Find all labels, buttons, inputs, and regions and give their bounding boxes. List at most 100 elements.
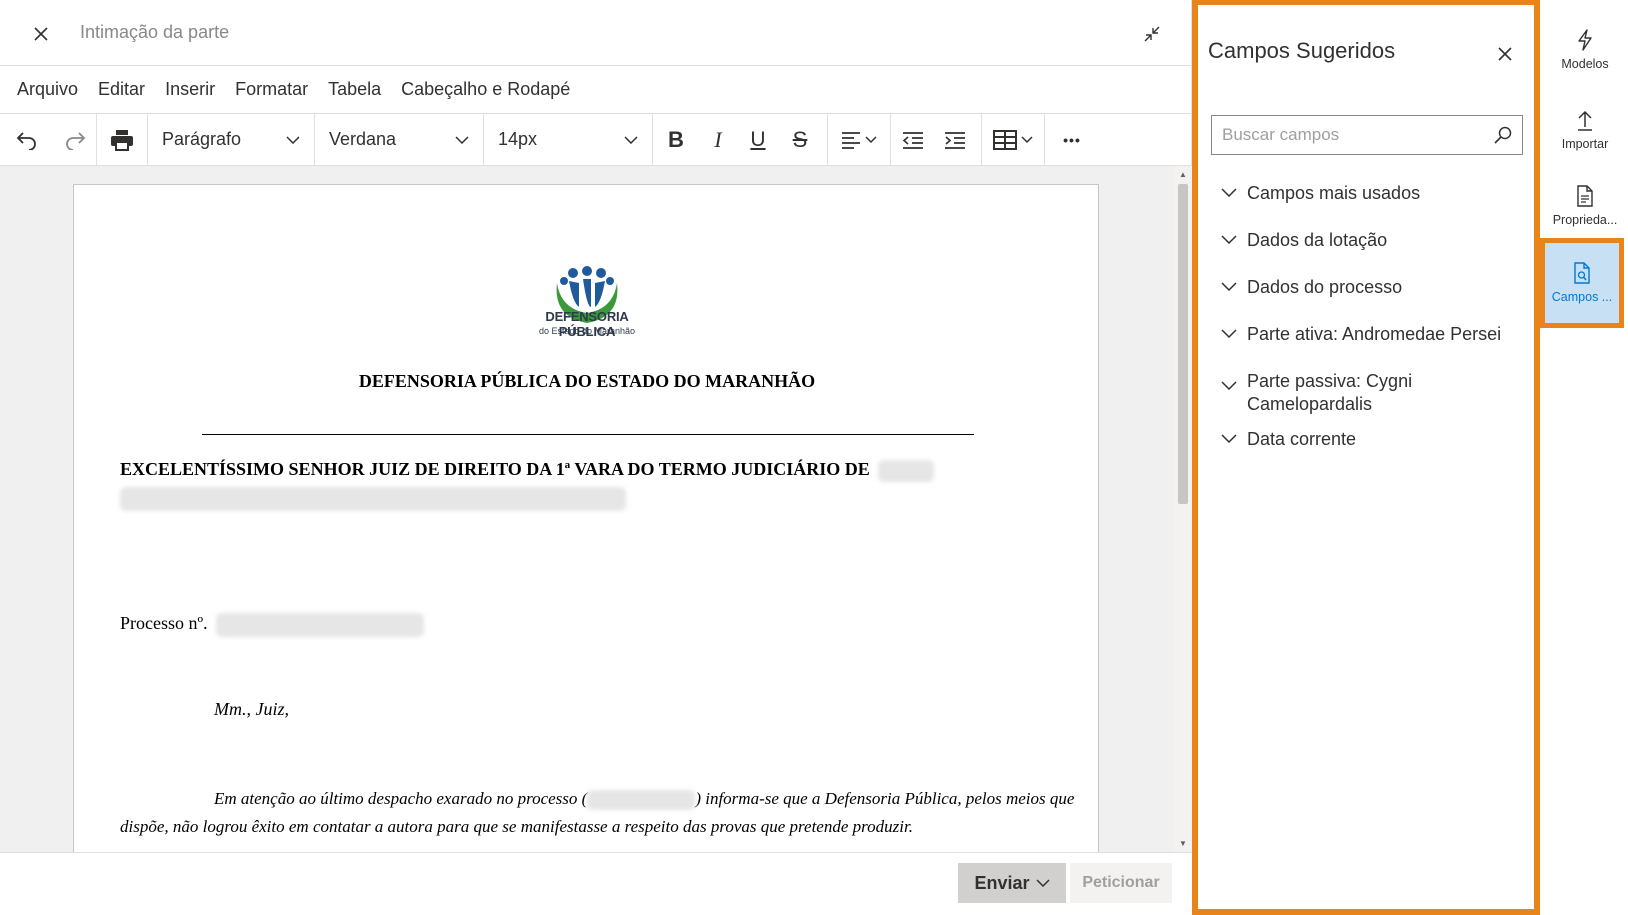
rail-campos-label: Campos ...: [1551, 290, 1613, 304]
send-button-label: Enviar: [974, 872, 1030, 893]
editor-window: Intimação da parte Arquivo Editar Inseri…: [0, 0, 1192, 915]
italic-button[interactable]: I: [699, 114, 737, 166]
document-heading: DEFENSORIA PÚBLICA DO ESTADO DO MARANHÃO: [358, 371, 816, 391]
chevron-down-icon: [1211, 427, 1247, 443]
outdent-icon: [902, 131, 923, 149]
document-title: Intimação da parte: [80, 22, 230, 42]
fields-tree: Campos mais usados Dados da lotação Dado…: [1211, 181, 1531, 474]
tree-item-label: Data corrente: [1247, 429, 1357, 449]
align-dropdown[interactable]: [828, 114, 890, 166]
font-size-select[interactable]: 14px: [484, 114, 652, 166]
tree-item-parte-passiva[interactable]: Parte passiva: Cygni Camelopardalis: [1211, 369, 1531, 427]
document-properties-icon: [1577, 185, 1593, 207]
rail-campos-button[interactable]: Campos ...: [1540, 238, 1624, 328]
tree-item-dados-processo[interactable]: Dados do processo: [1211, 275, 1531, 322]
chevron-down-icon: [624, 135, 638, 144]
address-text: EXCELENTÍSSIMO SENHOR JUIZ DE DIREITO DA…: [120, 459, 870, 479]
chevron-down-icon: [1211, 181, 1247, 197]
undo-button[interactable]: [0, 114, 54, 166]
strikethrough-button[interactable]: S: [779, 114, 821, 166]
redacted-text: [587, 790, 696, 811]
chevron-down-icon: [455, 135, 469, 144]
redacted-text: [120, 486, 626, 511]
document-canvas: DEFENSORIA PÚBLICA do Estado do Maranhão…: [0, 166, 1174, 852]
tree-item-dados-lotacao[interactable]: Dados da lotação: [1211, 228, 1531, 275]
redo-button[interactable]: [54, 114, 96, 166]
tree-item-label: Parte ativa: Andromedae Persei: [1247, 324, 1502, 344]
rail-propriedades-label: Proprieda...: [1552, 213, 1618, 227]
underline-button[interactable]: U: [737, 114, 779, 166]
indent-button[interactable]: [935, 114, 975, 166]
font-family-value: Verdana: [329, 129, 397, 149]
processo-line: Processo nº.: [120, 613, 425, 637]
document-search-icon: [1574, 262, 1590, 284]
chevron-down-icon: [1211, 228, 1247, 244]
paragraph-style-select[interactable]: Parágrafo: [148, 114, 314, 166]
upload-icon: [1578, 110, 1592, 131]
font-family-select[interactable]: Verdana: [315, 114, 483, 166]
body-paragraph: Em atenção ao último despacho exarado no…: [120, 785, 1080, 841]
rail-importar-button[interactable]: Importar: [1545, 92, 1625, 168]
panel-close-button[interactable]: [1492, 41, 1518, 67]
menu-bar: Arquivo Editar Inserir Formatar Tabela C…: [0, 66, 1192, 114]
tree-item-data-corrente[interactable]: Data corrente: [1211, 427, 1531, 474]
print-button[interactable]: [97, 114, 147, 166]
menu-inserir[interactable]: Inserir: [165, 79, 215, 100]
body-text-part1: Em atenção ao último despacho exarado no…: [214, 789, 588, 808]
editor-toolbar: Parágrafo Verdana 14px B I U S •••: [0, 113, 1192, 166]
rail-importar-label: Importar: [1561, 137, 1609, 151]
search-input[interactable]: [1222, 125, 1492, 145]
rail-modelos-button[interactable]: Modelos: [1545, 12, 1625, 88]
lightning-icon: [1578, 29, 1592, 51]
table-icon: [993, 129, 1033, 150]
table-dropdown[interactable]: [982, 114, 1044, 166]
scroll-thumb[interactable]: [1178, 184, 1188, 504]
indent-icon: [945, 131, 965, 149]
processo-label: Processo nº.: [120, 613, 208, 634]
undo-icon: [16, 131, 36, 150]
printer-icon: [111, 129, 133, 151]
tree-item-parte-ativa[interactable]: Parte ativa: Andromedae Persei: [1211, 322, 1531, 369]
menu-arquivo[interactable]: Arquivo: [17, 79, 78, 100]
rail-propriedades-button[interactable]: Proprieda...: [1545, 168, 1625, 244]
tree-item-label: Dados do processo: [1247, 277, 1403, 297]
address-paragraph: EXCELENTÍSSIMO SENHOR JUIZ DE DIREITO DA…: [120, 455, 1020, 511]
document-page[interactable]: DEFENSORIA PÚBLICA do Estado do Maranhão…: [73, 184, 1099, 852]
paragraph-style-value: Parágrafo: [162, 129, 242, 149]
tree-item-label: Dados da lotação: [1247, 230, 1388, 250]
vertical-scrollbar[interactable]: ▲ ▼: [1174, 166, 1192, 852]
suggested-fields-panel: Campos Sugeridos Campos mais usados Dado…: [1192, 0, 1540, 915]
redacted-text: [216, 613, 425, 637]
search-icon[interactable]: [1494, 126, 1512, 144]
tree-item-label: Campos mais usados: [1247, 183, 1421, 203]
greeting-line: Mm., Juiz,: [214, 699, 289, 719]
menu-editar[interactable]: Editar: [98, 79, 145, 100]
align-left-icon: [842, 131, 877, 149]
more-options-button[interactable]: •••: [1045, 114, 1099, 166]
chevron-down-icon: [1035, 879, 1050, 887]
scroll-down-arrow-icon[interactable]: ▼: [1179, 839, 1187, 848]
menu-cabecalho-rodape[interactable]: Cabeçalho e Rodapé: [401, 79, 570, 100]
minimize-button[interactable]: [1136, 18, 1168, 50]
close-icon: [1498, 47, 1512, 61]
scroll-up-arrow-icon[interactable]: ▲: [1179, 170, 1187, 179]
menu-formatar[interactable]: Formatar: [235, 79, 308, 100]
outdent-button[interactable]: [891, 114, 935, 166]
chevron-down-icon: [1211, 275, 1247, 291]
menu-tabela[interactable]: Tabela: [328, 79, 381, 100]
tree-item-label: Parte passiva: Cygni Camelopardalis: [1247, 371, 1413, 414]
title-bar: Intimação da parte: [0, 0, 1192, 66]
panel-title: Campos Sugeridos: [1208, 38, 1396, 63]
peticionar-button[interactable]: Peticionar: [1070, 863, 1172, 903]
redacted-text: [878, 459, 935, 482]
close-icon: [34, 27, 48, 41]
send-button[interactable]: Enviar: [958, 863, 1066, 903]
close-editor-button[interactable]: [24, 19, 58, 49]
chevron-down-icon: [1211, 369, 1247, 390]
right-rail: Modelos Importar Proprieda... Campos ...: [1540, 0, 1628, 915]
tree-item-campos-mais-usados[interactable]: Campos mais usados: [1211, 181, 1531, 228]
bold-button[interactable]: B: [653, 114, 699, 166]
logo-subtitle: do Estado do Maranhão: [538, 326, 636, 336]
chevron-down-icon: [286, 135, 300, 144]
chevron-down-icon: [1211, 322, 1247, 338]
